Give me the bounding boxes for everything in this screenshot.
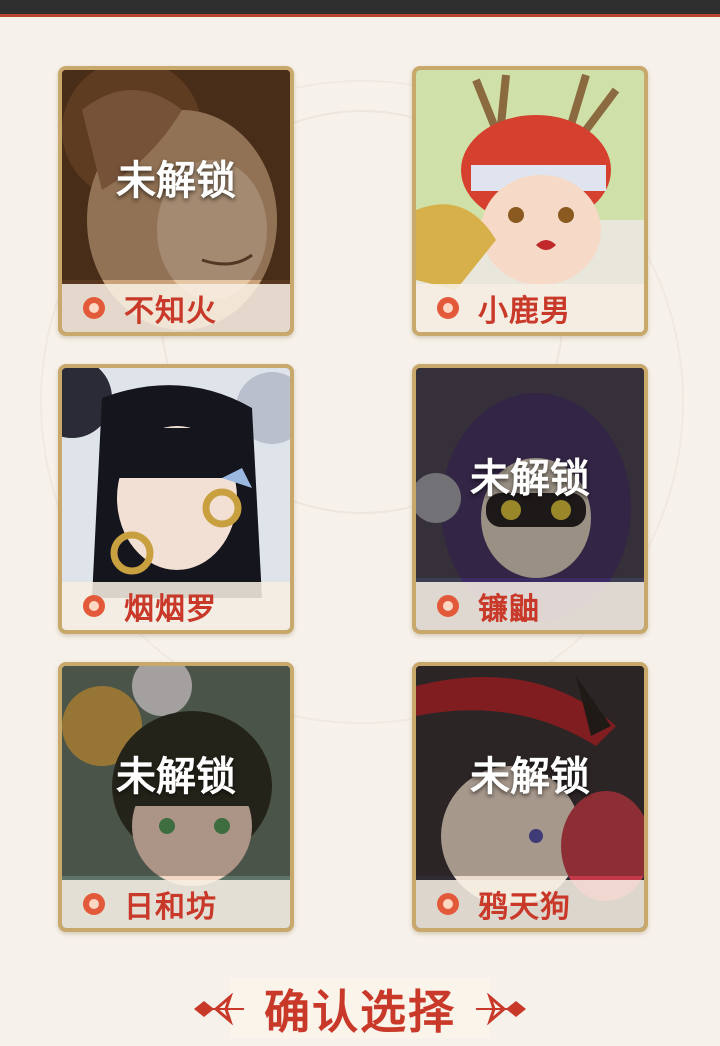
flower-icon — [83, 595, 105, 617]
locked-label: 未解锁 — [470, 753, 590, 800]
confirm-button-label: 确认选择 — [264, 985, 456, 1039]
name-bar: 日和坊 — [62, 880, 290, 928]
character-name: 镰鼬 — [478, 592, 540, 627]
name-bar: 镰鼬 — [416, 582, 644, 630]
name-bar: 不知火 — [62, 284, 290, 332]
ornament-left-icon — [194, 993, 244, 1025]
character-name: 小鹿男 — [478, 294, 571, 329]
character-card-shiranui[interactable]: 未解锁 不知火 — [58, 66, 294, 336]
locked-label: 未解锁 — [116, 157, 236, 204]
character-name: 日和坊 — [124, 890, 217, 925]
name-bar: 鸦天狗 — [416, 880, 644, 928]
character-card-kojika[interactable]: 小鹿男 — [412, 66, 648, 336]
locked-label: 未解锁 — [116, 753, 236, 800]
flower-icon — [437, 595, 459, 617]
name-bar: 烟烟罗 — [62, 582, 290, 630]
character-card-hiyoribo[interactable]: 未解锁 日和坊 — [58, 662, 294, 932]
flower-icon — [437, 297, 459, 319]
flower-icon — [83, 893, 105, 915]
character-card-karasu-tengu[interactable]: 未解锁 鸦天狗 — [412, 662, 648, 932]
top-bar — [0, 0, 720, 17]
flower-icon — [83, 297, 105, 319]
ornament-right-icon — [476, 993, 526, 1025]
character-name: 鸦天狗 — [478, 890, 571, 925]
flower-icon — [437, 893, 459, 915]
character-name: 烟烟罗 — [124, 592, 217, 627]
character-card-kamaitachi[interactable]: 未解锁 镰鼬 — [412, 364, 648, 634]
confirm-selection-button[interactable]: 确认选择 — [190, 976, 530, 1042]
character-name: 不知火 — [124, 294, 217, 329]
name-bar: 小鹿男 — [416, 284, 644, 332]
character-card-enenra[interactable]: 烟烟罗 — [58, 364, 294, 634]
locked-label: 未解锁 — [470, 455, 590, 502]
